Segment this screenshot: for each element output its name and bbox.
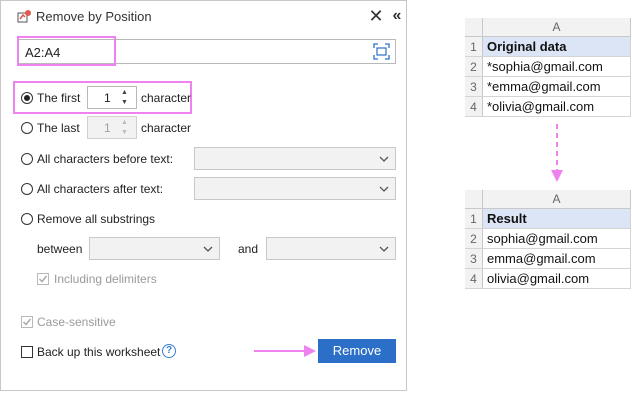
remove-button[interactable]: Remove — [318, 339, 396, 363]
remove-position-icon — [17, 10, 31, 23]
sheet-cell: Original data — [483, 37, 631, 57]
before-sheet: A 1 Original data 2 *sophia@gmail.com 3 … — [465, 18, 631, 118]
backup-checkbox[interactable] — [21, 346, 33, 358]
before-text-label: All characters before text: — [37, 152, 174, 166]
chevron-down-icon — [379, 186, 389, 192]
chevron-down-icon — [379, 246, 389, 252]
corner-cell — [465, 18, 483, 37]
chevron-down-icon — [203, 246, 213, 252]
case-sensitive-checkbox[interactable] — [21, 316, 33, 328]
sheet-cell: sophia@gmail.com — [483, 229, 631, 249]
last-suffix: character — [141, 121, 192, 135]
collapse-pane-icon[interactable]: « — [389, 5, 405, 27]
before-text-radio[interactable] — [21, 153, 33, 165]
after-text-dropdown[interactable] — [194, 177, 396, 200]
after-text-radio[interactable] — [21, 183, 33, 195]
help-icon[interactable]: ? — [162, 344, 176, 358]
row-number: 1 — [465, 37, 483, 57]
stepper-down-icon[interactable]: ▼ — [121, 129, 128, 137]
row-number: 2 — [465, 229, 483, 249]
column-header: A — [483, 18, 631, 37]
first-count-stepper[interactable] — [87, 86, 137, 109]
arrow-right-icon — [254, 345, 316, 357]
delimiters-label: Including delimiters — [54, 272, 157, 286]
stepper-up-icon[interactable]: ▲ — [121, 89, 128, 97]
dialog-title: Remove by Position — [36, 9, 152, 24]
corner-cell — [465, 190, 483, 209]
row-number: 3 — [465, 249, 483, 269]
sheet-cell: olivia@gmail.com — [483, 269, 631, 289]
last-count-stepper[interactable] — [87, 116, 137, 139]
sheet-cell: emma@gmail.com — [483, 249, 631, 269]
stepper-down-icon[interactable]: ▼ — [121, 99, 128, 107]
first-suffix: character — [141, 91, 192, 105]
column-header: A — [483, 190, 631, 209]
first-label: The first — [37, 91, 81, 105]
last-radio[interactable] — [21, 122, 33, 134]
checkmark-icon — [22, 318, 32, 326]
first-radio[interactable] — [21, 92, 33, 104]
arrow-down-icon — [551, 124, 563, 182]
between-dropdown[interactable] — [89, 237, 220, 260]
after-text-label: All characters after text: — [37, 182, 164, 196]
backup-label: Back up this worksheet — [37, 345, 161, 359]
select-range-icon[interactable] — [373, 43, 390, 60]
range-highlight — [17, 36, 116, 66]
between-label: between — [37, 242, 83, 256]
and-label: and — [238, 242, 259, 256]
case-sensitive-label: Case-sensitive — [37, 315, 116, 329]
row-number: 4 — [465, 97, 483, 117]
row-number: 1 — [465, 209, 483, 229]
chevron-down-icon — [379, 156, 389, 162]
delimiters-checkbox[interactable] — [37, 273, 49, 285]
row-number: 3 — [465, 77, 483, 97]
after-sheet: A 1 Result 2 sophia@gmail.com 3 emma@gma… — [465, 190, 631, 290]
sheet-cell: Result — [483, 209, 631, 229]
substrings-radio[interactable] — [21, 213, 33, 225]
row-number: 2 — [465, 57, 483, 77]
checkmark-icon — [38, 275, 48, 283]
substrings-label: Remove all substrings — [37, 212, 156, 226]
stepper-up-icon[interactable]: ▲ — [121, 119, 128, 127]
close-icon[interactable]: ✕ — [368, 5, 384, 27]
sheet-cell: *olivia@gmail.com — [483, 97, 631, 117]
last-label: The last — [37, 121, 80, 135]
last-count-value: 1 — [104, 121, 111, 135]
and-dropdown[interactable] — [266, 237, 396, 260]
before-text-dropdown[interactable] — [194, 147, 396, 170]
row-number: 4 — [465, 269, 483, 289]
sheet-cell: *sophia@gmail.com — [483, 57, 631, 77]
sheet-cell: *emma@gmail.com — [483, 77, 631, 97]
first-count-value: 1 — [104, 91, 111, 105]
